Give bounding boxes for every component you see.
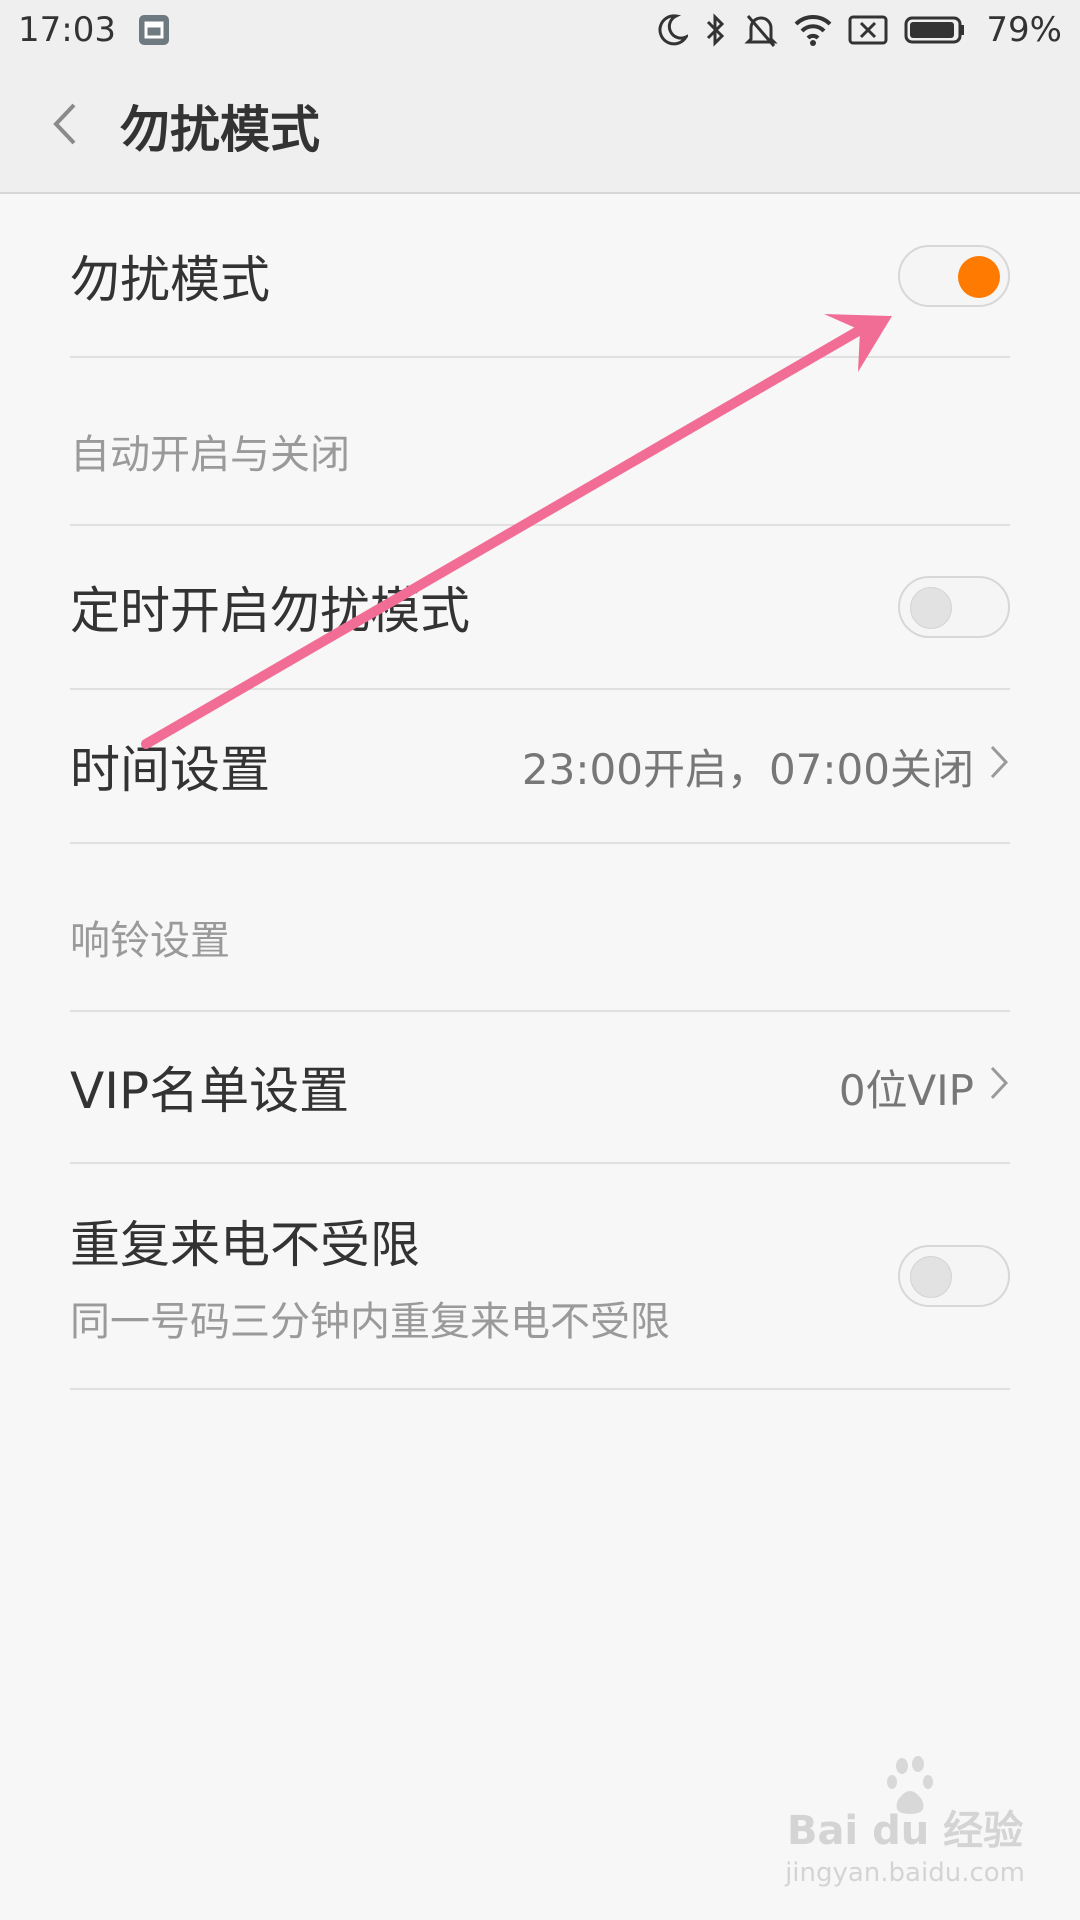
time-settings-value: 23:00开启，07:00关闭 xyxy=(521,744,974,794)
watermark-brand: Bai du 经验 xyxy=(786,1808,1024,1854)
toggle-knob xyxy=(958,256,1000,298)
repeat-calls-label: 重复来电不受限 xyxy=(70,1216,420,1274)
baidu-watermark: Bai du 经验 jingyan.baidu.com xyxy=(785,1754,1025,1888)
status-time: 17:03 xyxy=(18,10,116,50)
vip-value-group: 0位VIP xyxy=(839,1057,1010,1118)
vip-row[interactable]: VIP名单设置 0位VIP xyxy=(70,1012,1010,1164)
chevron-right-icon xyxy=(988,742,1010,791)
chevron-left-icon xyxy=(50,101,80,151)
dnd-label: 勿扰模式 xyxy=(70,251,270,309)
settings-list: 勿扰模式 自动开启与关闭 定时开启勿扰模式 时间设置 23:00开启，07:00… xyxy=(0,196,1080,1390)
time-settings-value-group: 23:00开启，07:00关闭 xyxy=(522,736,1010,797)
status-bar: 17:03 79% xyxy=(0,0,1080,60)
toggle-knob xyxy=(910,587,952,629)
moon-icon xyxy=(656,13,689,47)
watermark-url: jingyan.baidu.com xyxy=(785,1858,1025,1888)
repeat-calls-description: 同一号码三分钟内重复来电不受限 xyxy=(70,1299,670,1345)
screen: 17:03 79% 勿扰模式 勿扰模式 自动开启与关闭 定时开启勿扰模式 时间设… xyxy=(0,0,1080,1920)
repeat-calls-row[interactable]: 重复来电不受限 同一号码三分钟内重复来电不受限 xyxy=(70,1164,1010,1390)
scheduled-row[interactable]: 定时开启勿扰模式 xyxy=(70,526,1010,690)
vip-label: VIP名单设置 xyxy=(70,1062,350,1120)
app-notification-icon xyxy=(138,14,170,46)
repeat-calls-text: 重复来电不受限 同一号码三分钟内重复来电不受限 xyxy=(70,1205,670,1347)
status-right: 79% xyxy=(656,10,1062,50)
wifi-icon xyxy=(794,14,832,46)
vip-value: 0位VIP xyxy=(838,1065,974,1115)
back-button[interactable] xyxy=(10,59,120,193)
section-header-auto: 自动开启与关闭 xyxy=(70,358,1010,526)
chevron-right-icon xyxy=(988,1063,1010,1112)
repeat-calls-toggle[interactable] xyxy=(898,1245,1010,1307)
bluetooth-icon xyxy=(704,12,728,48)
bell-off-icon xyxy=(744,12,779,48)
header: 勿扰模式 xyxy=(0,60,1080,194)
time-settings-label: 时间设置 xyxy=(70,741,270,799)
section-header-ring: 响铃设置 xyxy=(70,844,1010,1012)
time-settings-row[interactable]: 时间设置 23:00开启，07:00关闭 xyxy=(70,690,1010,844)
dnd-row[interactable]: 勿扰模式 xyxy=(70,196,1010,358)
scheduled-label: 定时开启勿扰模式 xyxy=(70,582,470,640)
status-left: 17:03 xyxy=(18,10,170,50)
dnd-toggle[interactable] xyxy=(898,245,1010,307)
battery-percent: 79% xyxy=(986,10,1062,50)
battery-icon xyxy=(904,16,966,44)
sim-x-icon xyxy=(848,15,888,45)
toggle-knob xyxy=(910,1256,952,1298)
scheduled-toggle[interactable] xyxy=(898,576,1010,638)
page-title: 勿扰模式 xyxy=(120,101,320,159)
